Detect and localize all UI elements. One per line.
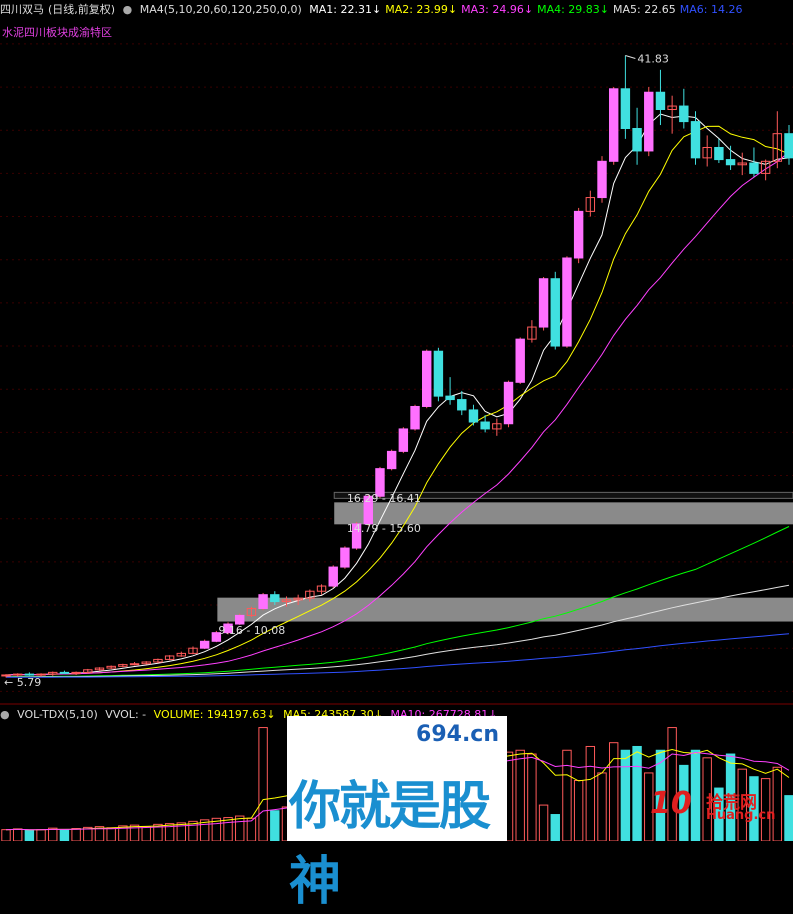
volume-bar [620,749,631,841]
site-logo-sub: Huang.cn [706,808,776,823]
candle-body [328,566,338,587]
volume-bar [223,817,233,841]
candle-body [270,594,280,603]
volume-bar [597,772,607,841]
candle-body [538,278,549,328]
volume-bar [258,727,268,841]
chart-mode: (日线,前复权) [48,3,116,16]
candle-body [562,257,572,347]
candle-body [129,663,140,666]
candle-body [36,673,46,676]
volume-bar [36,829,46,841]
volume-bar [106,827,116,841]
high-label: 41.83 [637,52,669,65]
candle-body [59,671,70,674]
candle-body [725,159,736,166]
volume-bar [562,749,572,841]
zone-label-3: 9.16 - 10.08 [218,624,285,637]
candle-body [632,128,642,152]
candle-body [468,409,479,423]
ma-value-2: MA2: 23.99↓ [385,3,458,16]
candle-body [690,121,701,159]
candle-body [340,547,350,568]
candle-body [597,160,607,199]
volume-bar [246,817,257,841]
ma3-line [5,151,790,676]
ma-value-4: MA4: 29.83↓ [537,3,610,16]
indicator-settings-icon[interactable]: ● [123,3,133,16]
candle-body [655,91,666,111]
volume-bar [48,827,58,841]
candle-body [608,88,619,162]
site-logo: 10 拾荒网 Huang.cn [650,786,790,826]
candle-body [457,399,467,411]
price-chart-header: 四川双马 (日线,前复权) ● MA4(5,10,20,60,120,250,0,… [0,2,750,18]
candle-body [422,350,432,407]
candle-body [445,395,455,401]
volume-bar [515,749,525,841]
site-logo-number: 10 [650,786,692,821]
volume-bar [141,826,151,841]
indicator-name[interactable]: MA4(5,10,20,60,120,250,0,0) [140,3,302,16]
candle-body [410,405,420,430]
volume-bar [573,780,584,841]
candle-body [679,105,689,123]
candle-body [433,350,444,397]
candle-body [199,640,210,649]
ma-value-1: MA1: 22.31↓ [309,3,382,16]
vvol-label: VVOL: - [105,708,147,721]
watermark-box: 694.cn 你就是股神 [287,716,507,912]
candle-body [71,671,81,674]
candle-body [386,450,397,470]
watermark-text: 你就是股神 [289,777,491,912]
volume-bar [538,804,549,841]
volume-bar [12,828,23,841]
ma2-line [5,125,790,676]
candle-body [515,338,525,383]
zone-label-1: 16.29 - 16.41 [347,492,421,505]
volume-value: VOLUME: 194197.63↓ [153,708,276,721]
watermark-domain: 694.cn [416,722,499,747]
ma-value-5: MA5: 22.65 [613,3,676,16]
sector-label[interactable]: 水泥四川板块成渝特区 [2,24,112,40]
volume-bar [585,745,596,841]
volume-bar [550,814,560,841]
candle-body [714,146,724,161]
candle-body [620,88,631,130]
candle-body [749,162,759,174]
volume-bar [24,829,35,841]
volume-bar [270,810,280,841]
volume-bar [527,753,537,841]
price-zone-3 [217,597,793,622]
ma-value-3: MA3: 24.96↓ [461,3,534,16]
stock-name[interactable]: 四川双马 [0,3,44,16]
candle-body [503,381,514,425]
volume-bar [59,829,70,841]
candle-body [24,673,35,676]
candle-body [573,210,584,259]
candle-body [480,421,490,430]
volume-settings-icon[interactable]: ● [0,708,10,721]
zone-label-2: 14.79 - 15.60 [347,522,421,535]
volume-bar [235,815,245,841]
volume-bar [632,745,642,841]
candle-body [398,428,409,452]
volume-bar [71,828,81,841]
ma1-line [5,113,790,676]
volume-indicator-name[interactable]: VOL-TDX(5,10) [17,708,98,721]
low-label: ← 5.79 [4,676,41,689]
candle-body [258,594,268,609]
ma-value-6: MA6: 14.26 [679,3,743,16]
volume-bar [608,742,619,841]
volume-bar [1,829,11,841]
candle-body [12,673,23,676]
candle-body [644,91,654,152]
candle-body [235,614,245,625]
high-pointer [625,54,636,59]
candle-body [550,278,560,347]
candle-body [784,133,793,159]
